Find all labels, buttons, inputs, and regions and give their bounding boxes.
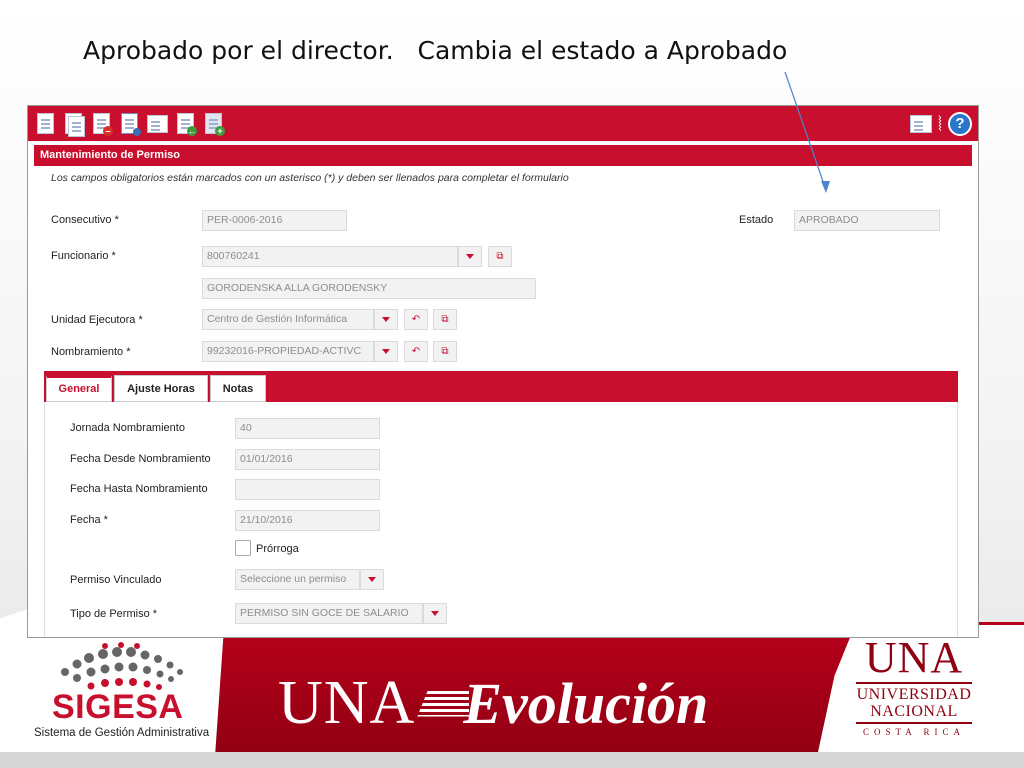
estado-field[interactable]: APROBADO — [794, 210, 940, 231]
nombramiento-undo-button[interactable]: ↶ — [404, 341, 428, 362]
footer-strip — [0, 752, 1024, 768]
tab-ajuste-horas[interactable]: Ajuste Horas — [114, 375, 208, 402]
funcionario-open-button[interactable]: ⧉ — [488, 246, 512, 267]
unidad-field[interactable]: Centro de Gestión Informática — [202, 309, 374, 330]
section-header: Mantenimiento de Permiso — [34, 145, 972, 166]
consecutivo-label: Consecutivo * — [51, 214, 119, 226]
attachment-icon[interactable]: ⦚ — [938, 112, 942, 136]
prorroga-checkbox[interactable] — [235, 540, 251, 556]
tipo-permiso-label: Tipo de Permiso * — [70, 608, 158, 620]
external-link-icon: ⧉ — [441, 314, 449, 325]
external-link-icon: ⧉ — [441, 346, 449, 357]
logo-nacional-text: NACIONAL — [870, 703, 958, 720]
add-user-icon[interactable]: + — [202, 112, 225, 136]
logo-una-text: UNA — [864, 633, 964, 682]
slide-title: Aprobado por el director. Cambia el esta… — [83, 36, 788, 65]
funcionario-dropdown[interactable] — [458, 246, 482, 267]
fecha-hasta-field[interactable] — [235, 479, 380, 500]
chevron-down-icon — [382, 349, 390, 354]
workflow-icon[interactable] — [118, 112, 141, 136]
funcionario-name-field[interactable]: GORODENSKA ALLA GORODENSKY — [202, 278, 536, 299]
fecha-desde-label: Fecha Desde Nombramiento — [70, 453, 211, 465]
unidad-undo-button[interactable]: ↶ — [404, 309, 428, 330]
general-tab-panel — [44, 402, 958, 637]
app-window: – ← + ⦚ ? Mantenimiento de Permiso Los c… — [27, 105, 979, 638]
new-document-icon[interactable] — [34, 112, 56, 136]
chevron-down-icon — [382, 317, 390, 322]
external-link-icon: ⧉ — [496, 251, 504, 262]
una-evolucion-banner: UNA Evolución — [278, 668, 708, 739]
fecha-field[interactable]: 21/10/2016 — [235, 510, 380, 531]
send-document-icon[interactable]: ← — [174, 112, 197, 136]
nombramiento-label: Nombramiento * — [51, 346, 131, 358]
tab-notas[interactable]: Notas — [210, 375, 266, 402]
consecutivo-field[interactable]: PER-0006-2016 — [202, 210, 347, 231]
form-list-icon[interactable] — [146, 112, 168, 136]
nombramiento-dropdown[interactable] — [374, 341, 398, 362]
logo-country-text: COSTA RICA — [862, 727, 966, 737]
tabs-bar: General Ajuste Horas Notas — [44, 371, 958, 402]
form-view-icon[interactable] — [909, 112, 932, 136]
fecha-desde-field[interactable]: 01/01/2016 — [235, 449, 380, 470]
nombramiento-field[interactable]: 99232016-PROPIEDAD-ACTIVC — [202, 341, 374, 362]
help-icon[interactable]: ? — [948, 111, 972, 136]
undo-icon: ↶ — [411, 314, 421, 325]
chevron-down-icon — [466, 254, 474, 259]
required-fields-note: Los campos obligatorios están marcados c… — [51, 172, 569, 184]
tab-general[interactable]: General — [46, 375, 112, 402]
nombramiento-open-button[interactable]: ⧉ — [433, 341, 457, 362]
tipo-permiso-select[interactable]: PERMISO SIN GOCE DE SALARIO — [235, 603, 423, 624]
sigesa-subtitle: Sistema de Gestión Administrativa — [34, 727, 210, 739]
permiso-vinculado-dropdown[interactable] — [360, 569, 384, 590]
evolucion-text: Evolución — [463, 671, 709, 736]
unidad-open-button[interactable]: ⧉ — [433, 309, 457, 330]
chevron-down-icon — [431, 611, 439, 616]
speed-lines-icon — [417, 690, 470, 717]
undo-icon: ↶ — [411, 346, 421, 357]
jornada-label: Jornada Nombramiento — [70, 422, 185, 434]
chevron-down-icon — [368, 577, 376, 582]
fecha-label: Fecha * — [70, 514, 108, 526]
fecha-hasta-label: Fecha Hasta Nombramiento — [70, 483, 208, 495]
copy-document-icon[interactable] — [62, 112, 85, 137]
prorroga-label: Prórroga — [256, 543, 299, 555]
delete-document-icon[interactable]: – — [90, 112, 113, 136]
toolbar: – ← + ⦚ ? — [28, 106, 978, 141]
una-text: UNA — [278, 669, 416, 737]
jornada-field[interactable]: 40 — [235, 418, 380, 439]
permiso-vinculado-label: Permiso Vinculado — [70, 574, 162, 586]
funcionario-label: Funcionario * — [51, 250, 116, 262]
estado-label: Estado — [739, 214, 774, 226]
unidad-dropdown[interactable] — [374, 309, 398, 330]
sigesa-logo-icon — [61, 642, 183, 690]
permiso-vinculado-select[interactable]: Seleccione un permiso — [235, 569, 360, 590]
una-university-logo: UNA UNIVERSIDAD NACIONAL COSTA RICA — [856, 636, 972, 738]
logo-universidad-text: UNIVERSIDAD — [856, 686, 972, 703]
tipo-permiso-dropdown[interactable] — [423, 603, 447, 624]
unidad-label: Unidad Ejecutora * — [51, 314, 143, 326]
funcionario-field[interactable]: 800760241 — [202, 246, 458, 267]
sigesa-wordmark: SIGESA — [52, 688, 184, 726]
